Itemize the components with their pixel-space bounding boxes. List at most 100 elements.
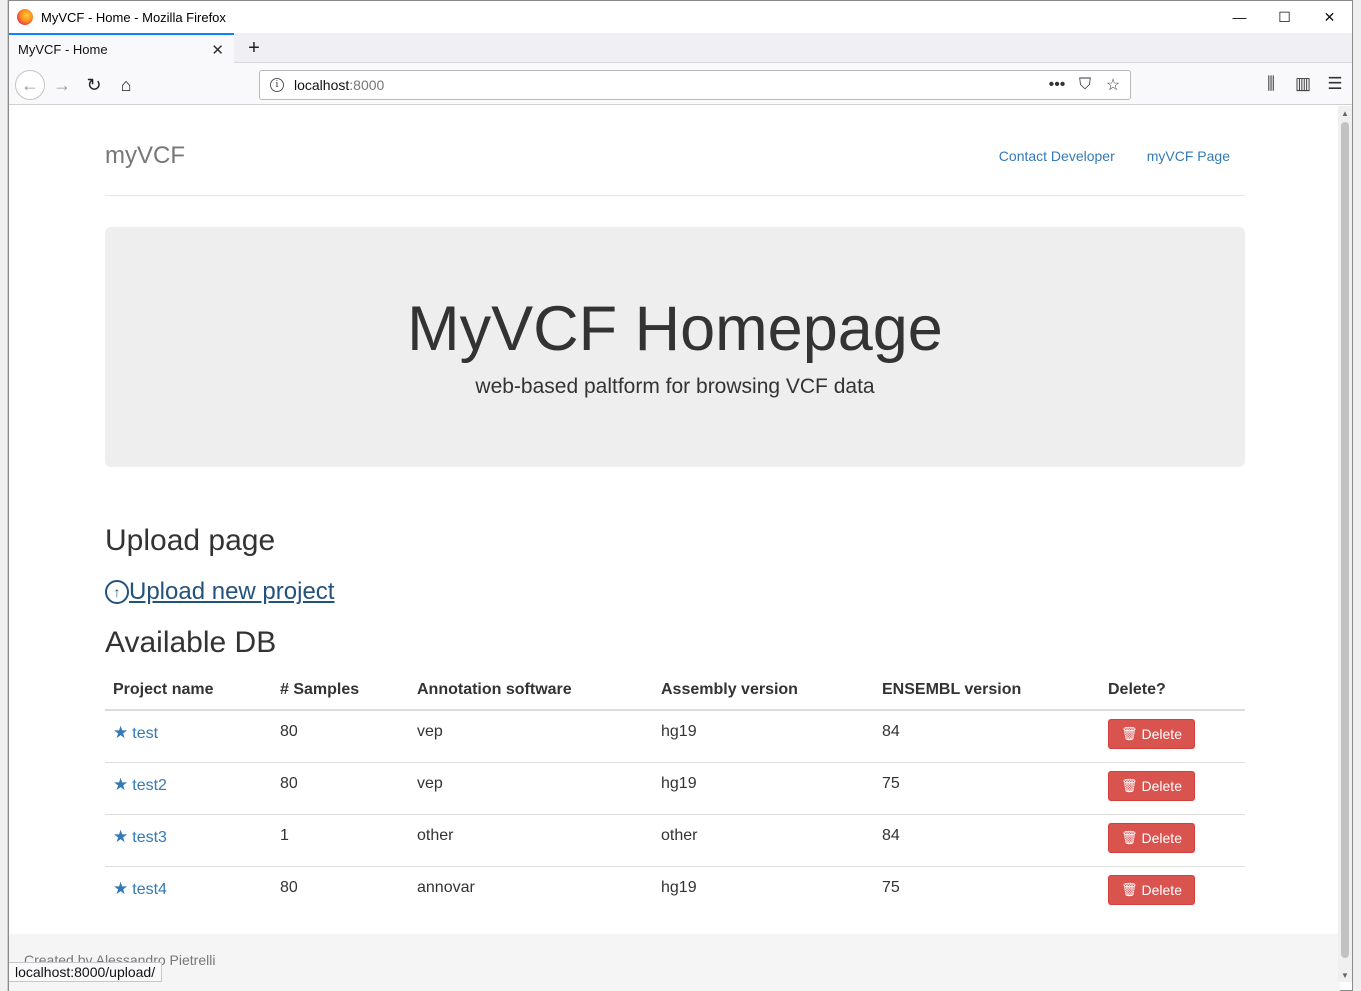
star-icon: ★	[113, 878, 129, 898]
jumbotron: MyVCF Homepage web-based paltform for br…	[105, 227, 1245, 467]
vertical-scrollbar[interactable]: ▲ ▼	[1338, 106, 1352, 982]
column-header-project-name: Project name	[105, 670, 272, 711]
page-viewport: myVCF Contact Developer myVCF Page MyVCF…	[9, 106, 1340, 991]
status-bar-link-preview: localhost:8000/upload/	[9, 962, 163, 982]
site-info-icon[interactable]: i	[270, 78, 284, 92]
upload-new-project[interactable]: ↑ Upload new project	[105, 578, 334, 606]
column-header-annotation-software: Annotation software	[409, 670, 653, 711]
scrollbar-thumb[interactable]	[1341, 122, 1349, 958]
scroll-up-arrow-icon[interactable]: ▲	[1338, 106, 1352, 120]
column-header-ensembl-version: ENSEMBL version	[874, 670, 1100, 711]
cell-samples: 80	[272, 762, 409, 815]
project-link[interactable]: test2	[132, 777, 167, 794]
cell-ensembl: 75	[874, 762, 1100, 815]
toolbar-right: ⫼ ▥ ☰	[1258, 71, 1348, 97]
contact-developer-link[interactable]: Contact Developer	[999, 148, 1115, 164]
cell-samples: 80	[272, 710, 409, 763]
back-button[interactable]: ←	[15, 70, 45, 100]
project-link[interactable]: test3	[132, 829, 167, 846]
site-footer: Created by Alessandro Pietrelli	[9, 934, 1340, 991]
bookmark-star-icon[interactable]: ☆	[1102, 74, 1124, 96]
available-db-heading: Available DB	[105, 626, 277, 659]
site-header: myVCF Contact Developer myVCF Page	[105, 106, 1245, 196]
cell-ensembl: 75	[882, 878, 900, 896]
cell-samples: 1	[272, 814, 409, 867]
column-header-assembly-version: Assembly version	[653, 670, 874, 711]
delete-button[interactable]: 🗑 Delete	[1108, 770, 1195, 801]
cell-delete: 🗑 Delete	[1100, 814, 1245, 867]
title-bar: MyVCF - Home - Mozilla Firefox — ☐ ✕	[9, 1, 1352, 33]
tab-label: MyVCF - Home	[18, 42, 108, 57]
cell-assembly: other	[653, 814, 874, 867]
projects-table: Project name # Samples Annotation softwa…	[105, 670, 1245, 918]
desktop-background-left	[0, 0, 8, 991]
forward-button[interactable]: →	[49, 72, 75, 98]
menu-icon[interactable]: ☰	[1322, 71, 1348, 97]
cell-software: vep	[409, 710, 653, 763]
column-header-samples: # Samples	[272, 670, 409, 711]
delete-button[interactable]: 🗑 Delete	[1108, 874, 1195, 905]
new-tab-button[interactable]: +	[241, 36, 267, 60]
delete-label: Delete	[1141, 777, 1182, 794]
cell-assembly: hg19	[661, 878, 697, 896]
table-row: ★ test2 80 vep hg19 75 🗑 Delete	[105, 762, 1245, 815]
table-header-row: Project name # Samples Annotation softwa…	[105, 670, 1245, 711]
sidebar-icon[interactable]: ▥	[1290, 71, 1316, 97]
delete-button[interactable]: 🗑 Delete	[1108, 822, 1195, 853]
star-icon: ★	[113, 826, 129, 846]
trash-icon: 🗑	[1121, 777, 1138, 793]
home-button[interactable]: ⌂	[113, 72, 139, 98]
star-icon: ★	[113, 723, 129, 742]
table-row: ★ test 80 vep hg19 84 🗑 Delete	[105, 710, 1245, 763]
close-window-button[interactable]: ✕	[1307, 1, 1352, 33]
table-row: ★ test4 80 annovar hg19 75 🗑 Delete	[105, 866, 1245, 918]
window-title: MyVCF - Home - Mozilla Firefox	[41, 9, 226, 25]
pocket-icon[interactable]: ⛉	[1074, 74, 1096, 96]
upload-new-project-link[interactable]: Upload new project	[129, 578, 334, 606]
cell-delete: 🗑 Delete	[1100, 710, 1245, 763]
site-nav: Contact Developer myVCF Page	[999, 148, 1230, 164]
cell-delete: 🗑 Delete	[1100, 762, 1245, 815]
myvcf-page-link[interactable]: myVCF Page	[1147, 148, 1230, 164]
delete-label: Delete	[1141, 829, 1182, 846]
cell-delete: 🗑 Delete	[1100, 866, 1245, 918]
cell-ensembl: 84	[874, 814, 1100, 867]
page-subtitle: web-based paltform for browsing VCF data	[475, 375, 875, 398]
delete-button[interactable]: 🗑 Delete	[1108, 719, 1195, 749]
firefox-logo-icon	[17, 9, 33, 25]
cell-assembly: hg19	[653, 762, 874, 815]
browser-window: MyVCF - Home - Mozilla Firefox — ☐ ✕ MyV…	[8, 0, 1353, 991]
reload-button[interactable]: ↻	[81, 72, 107, 98]
site-brand[interactable]: myVCF	[105, 142, 185, 170]
delete-label: Delete	[1141, 881, 1182, 898]
url-bar[interactable]: i localhost :8000 ••• ⛉ ☆	[259, 70, 1131, 100]
trash-icon: 🗑	[1121, 829, 1138, 845]
tab-strip: MyVCF - Home ✕ +	[9, 33, 1352, 64]
tab-myvcf-home[interactable]: MyVCF - Home ✕	[9, 33, 234, 64]
desktop-background-right	[1353, 0, 1361, 991]
close-tab-icon[interactable]: ✕	[211, 41, 224, 59]
scroll-down-arrow-icon[interactable]: ▼	[1338, 968, 1352, 982]
navigation-toolbar: ← → ↻ ⌂ i localhost :8000 ••• ⛉ ☆ ⫼ ▥ ☰	[9, 63, 1352, 105]
cell-project-name: ★ test2	[105, 762, 272, 815]
page-actions-icon[interactable]: •••	[1046, 74, 1068, 96]
project-link[interactable]: test	[132, 725, 158, 742]
url-port: :8000	[349, 77, 385, 93]
cell-project-name: ★ test3	[105, 814, 272, 867]
cell-software: other	[409, 814, 653, 867]
project-link[interactable]: test4	[132, 881, 167, 898]
url-bar-actions: ••• ⛉ ☆	[1046, 74, 1124, 96]
cell-assembly: hg19	[653, 710, 874, 763]
cell-samples: 80	[280, 878, 298, 896]
star-icon: ★	[113, 774, 129, 794]
cell-software: vep	[409, 762, 653, 815]
trash-icon: 🗑	[1121, 726, 1138, 741]
cell-ensembl: 84	[874, 710, 1100, 763]
cell-project-name: ★ test4	[105, 866, 272, 918]
maximize-button[interactable]: ☐	[1262, 1, 1307, 33]
minimize-button[interactable]: —	[1217, 1, 1262, 33]
upload-heading: Upload page	[105, 524, 276, 557]
table-row: ★ test3 1 other other 84 🗑 Delete	[105, 814, 1245, 867]
library-icon[interactable]: ⫼	[1258, 71, 1284, 97]
cell-software: annovar	[417, 878, 475, 896]
